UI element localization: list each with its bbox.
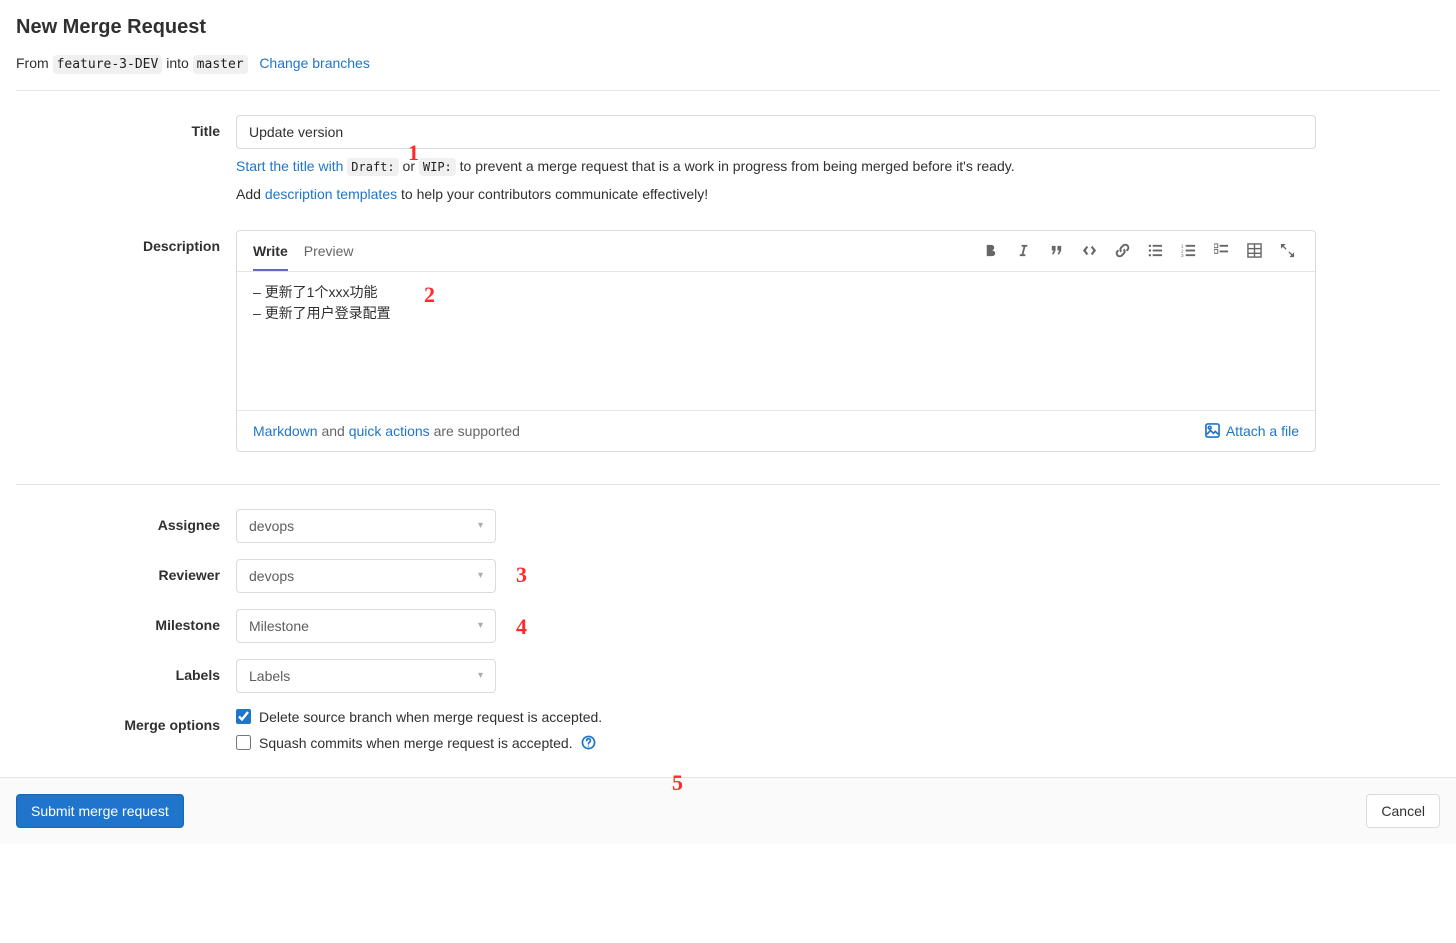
code-icon[interactable] xyxy=(1078,239,1101,262)
cancel-button[interactable]: Cancel xyxy=(1366,794,1440,828)
change-branches-link[interactable]: Change branches xyxy=(259,55,370,71)
draft-code: Draft: xyxy=(347,158,398,176)
markdown-link[interactable]: Markdown xyxy=(253,423,318,439)
quote-icon[interactable] xyxy=(1045,239,1068,262)
labels-label: Labels xyxy=(16,659,236,693)
numbered-list-icon[interactable]: 123 xyxy=(1177,239,1200,262)
milestone-dropdown[interactable]: Milestone▾ xyxy=(236,609,496,643)
bold-icon[interactable] xyxy=(979,239,1002,262)
divider xyxy=(16,484,1440,485)
branch-info: From feature-3-DEV into master Change br… xyxy=(16,55,1440,72)
description-templates-link[interactable]: description templates xyxy=(265,186,397,202)
editor-toolbar: 123 xyxy=(979,239,1299,262)
chevron-down-icon: ▾ xyxy=(478,670,483,681)
markdown-hint: Markdown and quick actions are supported xyxy=(253,423,520,439)
attach-file-button[interactable]: Attach a file xyxy=(1205,423,1299,439)
title-label: Title xyxy=(16,115,236,206)
labels-dropdown[interactable]: Labels▾ xyxy=(236,659,496,693)
delete-branch-label: Delete source branch when merge request … xyxy=(259,709,602,725)
chevron-down-icon: ▾ xyxy=(478,570,483,581)
chevron-down-icon: ▾ xyxy=(478,520,483,531)
assignee-dropdown[interactable]: devops▾ xyxy=(236,509,496,543)
squash-label: Squash commits when merge request is acc… xyxy=(259,735,573,751)
milestone-label: Milestone xyxy=(16,609,236,643)
title-hint-link[interactable]: Start the title with xyxy=(236,158,343,174)
merge-options-label: Merge options xyxy=(16,709,236,761)
title-input[interactable] xyxy=(236,115,1316,149)
reviewer-label: Reviewer xyxy=(16,559,236,593)
svg-text:3: 3 xyxy=(1181,253,1184,258)
divider xyxy=(16,90,1440,91)
target-branch: master xyxy=(193,55,248,74)
tab-write[interactable]: Write xyxy=(253,231,288,271)
fullscreen-icon[interactable] xyxy=(1276,239,1299,262)
task-list-icon[interactable] xyxy=(1210,239,1233,262)
tab-preview[interactable]: Preview xyxy=(304,231,354,271)
wip-code: WIP: xyxy=(419,158,456,176)
squash-checkbox[interactable] xyxy=(236,735,251,750)
assignee-label: Assignee xyxy=(16,509,236,543)
description-line: 更新了1个xxx功能 xyxy=(253,282,1299,303)
submit-button[interactable]: Submit merge request xyxy=(16,794,184,828)
page-title: New Merge Request xyxy=(16,16,1440,39)
description-editor: Write Preview 123 更新了 xyxy=(236,230,1316,452)
description-textarea[interactable]: 更新了1个xxx功能更新了用户登录配置 xyxy=(253,282,1299,402)
chevron-down-icon: ▾ xyxy=(478,620,483,631)
reviewer-dropdown[interactable]: devops▾ xyxy=(236,559,496,593)
source-branch: feature-3-DEV xyxy=(53,55,163,74)
description-label: Description xyxy=(16,230,236,452)
link-icon[interactable] xyxy=(1111,239,1134,262)
description-line: 更新了用户登录配置 xyxy=(253,303,1299,324)
delete-branch-checkbox[interactable] xyxy=(236,709,251,724)
bullet-list-icon[interactable] xyxy=(1144,239,1167,262)
help-icon[interactable] xyxy=(581,735,596,750)
actions-bar: Submit merge request Cancel xyxy=(0,777,1456,844)
italic-icon[interactable] xyxy=(1012,239,1035,262)
quick-actions-link[interactable]: quick actions xyxy=(349,423,430,439)
table-icon[interactable] xyxy=(1243,239,1266,262)
